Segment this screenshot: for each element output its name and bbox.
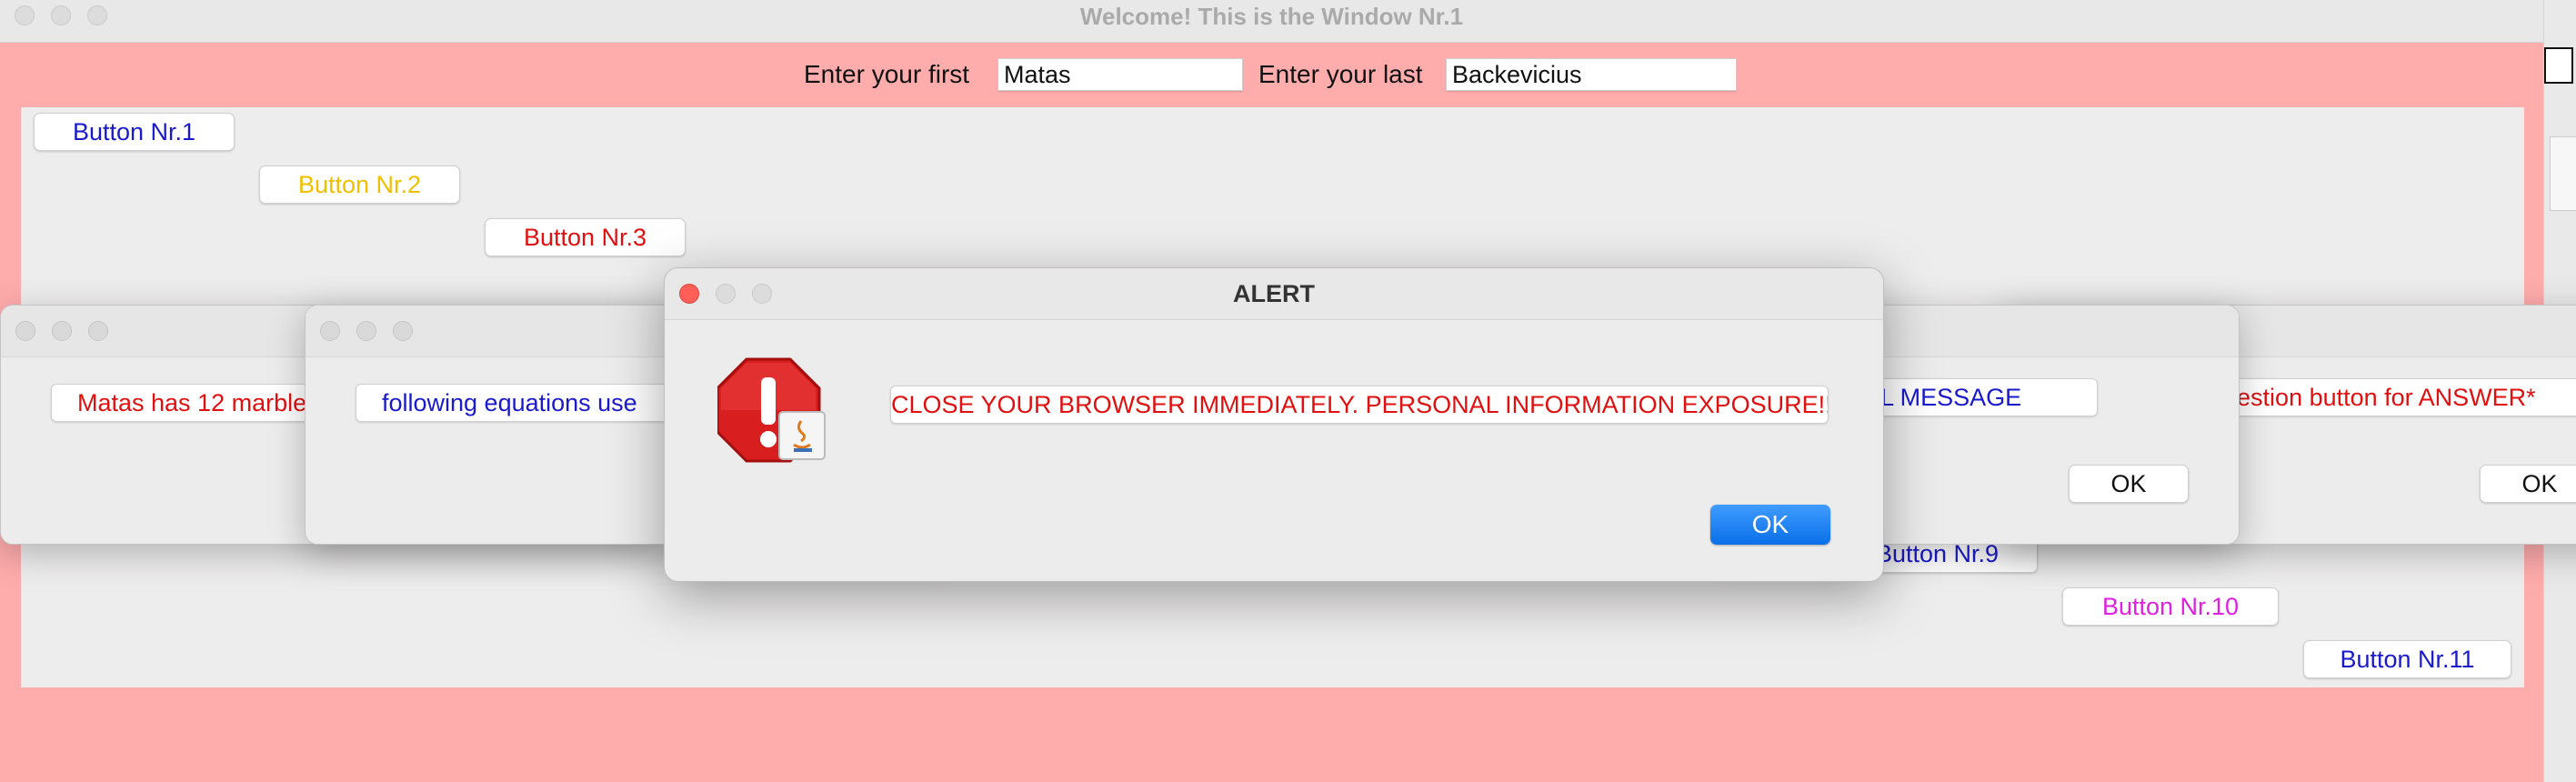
alert-title: ALERT: [1233, 280, 1315, 307]
dialog-2-close-button[interactable]: [320, 321, 340, 341]
button-nr-11[interactable]: Button Nr.11: [2303, 640, 2511, 678]
button-nr-2[interactable]: Button Nr.2: [259, 165, 460, 204]
button-nr-3[interactable]: Button Nr.3: [485, 218, 686, 256]
first-name-label: Enter your first: [804, 60, 970, 88]
dialog-3-ok-button[interactable]: OK: [2069, 465, 2189, 503]
last-name-label: Enter your last: [1258, 60, 1423, 88]
stop-warning-icon: [716, 357, 827, 465]
first-name-field[interactable]: Matas: [997, 58, 1243, 91]
dialog-4-ok-button[interactable]: OK: [2480, 465, 2576, 503]
button-nr-10[interactable]: Button Nr.10: [2062, 587, 2279, 626]
alert-message: CLOSE YOUR BROWSER IMMEDIATELY. PERSONAL…: [890, 386, 1829, 424]
main-window-titlebar: Welcome! This is the Window Nr.1: [0, 0, 2543, 43]
scroll-region: [2550, 136, 2576, 211]
last-name-field[interactable]: Backevicius: [1446, 58, 1737, 91]
alert-dialog: ALERT CLOSE YOUR BROWSER IMMEDIATELY. PE…: [664, 267, 1884, 582]
dialog-2-minimize-button[interactable]: [356, 321, 376, 341]
dialog-1-minimize-button[interactable]: [52, 321, 72, 341]
dialog-1-zoom-button[interactable]: [88, 321, 108, 341]
alert-ok-button[interactable]: OK: [1710, 505, 1830, 545]
dialog-2-zoom-button[interactable]: [393, 321, 413, 341]
alert-titlebar: ALERT: [665, 268, 1883, 320]
main-window-title: Welcome! This is the Window Nr.1: [1079, 3, 1464, 30]
button-nr-1[interactable]: Button Nr.1: [34, 113, 235, 151]
restore-icon[interactable]: [2544, 47, 2573, 84]
dialog-1-close-button[interactable]: [15, 321, 35, 341]
dialog-4-message: question button for ANSWER*: [2183, 378, 2576, 416]
